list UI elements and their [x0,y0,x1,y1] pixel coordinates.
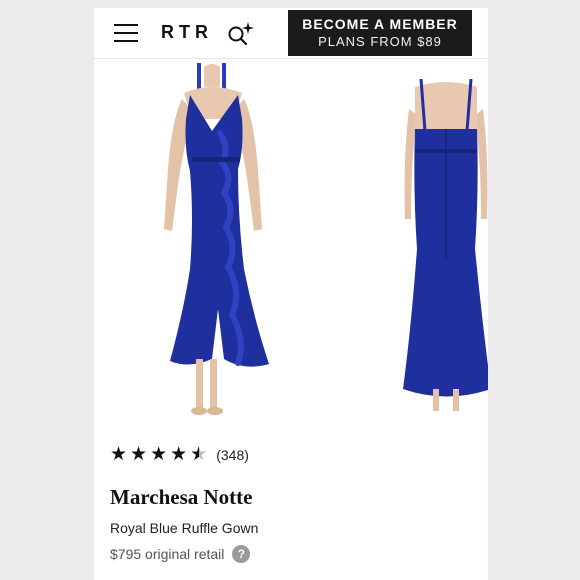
review-count[interactable]: (348) [216,447,249,463]
star-icon: ★ [150,444,168,465]
rating-summary[interactable]: ★ ★ ★ ★ ★ (348) [110,444,249,466]
star-rating: ★ ★ ★ ★ ★ [110,444,210,466]
phone-screen: RTR BECOME A MEMBER PLANS FROM $89 ★ ★ ★… [94,8,488,580]
product-name: Royal Blue Ruffle Gown [110,520,259,536]
half-star-icon: ★ [190,445,207,466]
star-icon: ★ [170,444,188,465]
gown-back-image [403,78,488,411]
become-member-button[interactable]: BECOME A MEMBER PLANS FROM $89 [288,10,472,56]
cta-title: BECOME A MEMBER [302,16,458,32]
cta-subtitle: PLANS FROM $89 [318,34,442,49]
gown-front-image [164,63,269,415]
rtr-logo[interactable]: RTR [161,22,213,43]
star-icon: ★ [130,444,148,465]
product-image-gallery[interactable] [94,59,488,429]
original-retail-price: $795 original retail [110,546,225,562]
question-icon[interactable]: ? [232,545,251,563]
star-icon: ★ [110,444,128,465]
hamburger-menu-icon[interactable] [114,24,138,42]
sparkle-search-icon[interactable] [226,20,256,46]
designer-name[interactable]: Marchesa Notte [110,485,252,510]
top-navigation-bar: RTR BECOME A MEMBER PLANS FROM $89 [94,8,488,59]
price-row: $795 original retail ? [110,545,251,563]
